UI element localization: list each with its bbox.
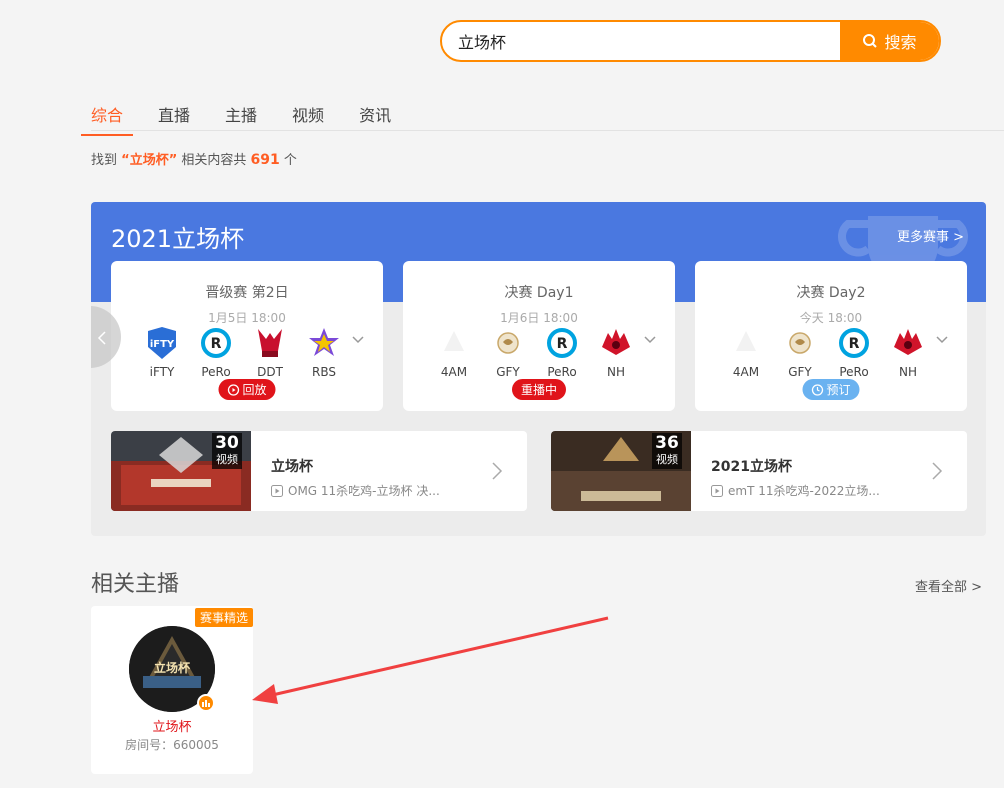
team-list: 4AM GFY R PeRo NH: [719, 325, 935, 379]
team: GFY: [773, 325, 827, 379]
replay-icon: [227, 383, 240, 396]
team-logo-icon: [789, 332, 811, 354]
view-all-link[interactable]: 查看全部 >: [915, 576, 982, 595]
video-collection-title: 2021立场杯: [711, 459, 792, 475]
match-time: 1月5日 18:00: [208, 311, 286, 325]
svg-text:立场杯: 立场杯: [154, 660, 191, 675]
match-stage: 决赛 Day2: [796, 285, 866, 301]
anchor-room-number: 房间号：660005: [125, 738, 219, 752]
svg-text:R: R: [849, 336, 860, 352]
team: R PeRo: [535, 325, 589, 379]
team: DDT: [243, 325, 297, 379]
team-logo-icon: [894, 329, 922, 355]
play-icon: [711, 484, 723, 497]
match-card[interactable]: 晋级赛 第2日 1月5日 18:00 iFTY iFTY R PeRo DDT …: [111, 261, 383, 411]
match-stage: 晋级赛 第2日: [205, 285, 289, 301]
chevron-left-icon: [97, 331, 106, 345]
video-subtitle: emT 11杀吃鸡-2022立场...: [711, 482, 880, 499]
anchor-card[interactable]: 赛事精选 立场杯 立场杯 房间号：660005: [91, 606, 253, 774]
team: 4AM: [427, 325, 481, 379]
play-icon: [271, 484, 283, 497]
anchor-name: 立场杯: [152, 720, 192, 735]
team-logo-icon: R: [547, 328, 577, 358]
svg-text:R: R: [211, 336, 222, 352]
chevron-right-icon: [932, 462, 943, 480]
live-indicator-icon: [197, 694, 215, 712]
video-collection-card[interactable]: 30 视频 立场杯 OMG 11杀吃鸡-立场杯 决...: [111, 431, 527, 511]
team: NH: [881, 325, 935, 379]
event-title: 2021立场杯: [111, 225, 245, 253]
chevron-right-icon: [492, 462, 503, 480]
team-logo-icon: [444, 331, 464, 351]
annotation-arrow: [252, 616, 609, 704]
result-summary: 找到 “立场杯” 相关内容共 691 个: [91, 152, 297, 168]
svg-text:iFTY: iFTY: [150, 339, 175, 350]
result-count: 691: [250, 152, 280, 168]
featured-badge: 赛事精选: [194, 608, 253, 627]
result-keyword: “立场杯”: [121, 153, 178, 168]
team-logo-icon: [736, 331, 756, 351]
team-logo-icon: iFTY: [148, 327, 176, 359]
search-bar: 搜索: [440, 20, 941, 62]
search-icon: [863, 34, 878, 48]
video-subtitle: OMG 11杀吃鸡-立场杯 决...: [271, 482, 440, 499]
event-panel: 2021立场杯 更多赛事 > 晋级赛 第2日 1月5日 18:00 iFTY i…: [91, 202, 986, 536]
team: RBS: [297, 325, 351, 379]
video-collection-title: 立场杯: [271, 459, 313, 475]
chevron-down-icon[interactable]: [351, 335, 365, 345]
tab-divider: [91, 130, 1004, 131]
team-logo-icon: [602, 329, 630, 355]
search-button-label: 搜索: [884, 33, 917, 52]
team: GFY: [481, 325, 535, 379]
clock-icon: [811, 383, 824, 396]
rebroadcast-button[interactable]: 重播中: [511, 379, 567, 400]
team: 4AM: [719, 325, 773, 379]
video-count: 36 视频: [652, 433, 682, 469]
replay-button[interactable]: 回放: [218, 379, 276, 400]
team-list: 4AM GFY R PeRo NH: [427, 325, 643, 379]
team-logo-icon: [309, 328, 339, 356]
search-input[interactable]: [442, 22, 842, 60]
match-stage: 决赛 Day1: [504, 285, 574, 301]
search-button[interactable]: 搜索: [840, 22, 939, 60]
video-collection-card[interactable]: 36 视频 2021立场杯 emT 11杀吃鸡-2022立场...: [551, 431, 967, 511]
team-list: iFTY iFTY R PeRo DDT RBS: [135, 325, 351, 379]
match-time: 1月6日 18:00: [500, 311, 578, 325]
team-logo-icon: R: [839, 328, 869, 358]
team: R PeRo: [827, 325, 881, 379]
match-card[interactable]: 决赛 Day1 1月6日 18:00 4AM GFY R PeRo NH 重播中: [403, 261, 675, 411]
chevron-down-icon[interactable]: [935, 335, 949, 345]
team: NH: [589, 325, 643, 379]
video-count: 30 视频: [212, 433, 242, 469]
more-events-link[interactable]: 更多赛事 >: [897, 226, 964, 245]
match-card[interactable]: 决赛 Day2 今天 18:00 4AM GFY R PeRo NH 预订: [695, 261, 967, 411]
section-title: 相关主播: [91, 572, 180, 597]
reserve-button[interactable]: 预订: [802, 379, 860, 400]
team-logo-icon: R: [201, 328, 231, 358]
chevron-down-icon[interactable]: [643, 335, 657, 345]
svg-text:R: R: [557, 336, 568, 352]
team-logo-icon: [258, 329, 282, 357]
match-time: 今天 18:00: [799, 311, 863, 325]
team: R PeRo: [189, 325, 243, 379]
team-logo-icon: [497, 332, 519, 354]
team: iFTY iFTY: [135, 325, 189, 379]
